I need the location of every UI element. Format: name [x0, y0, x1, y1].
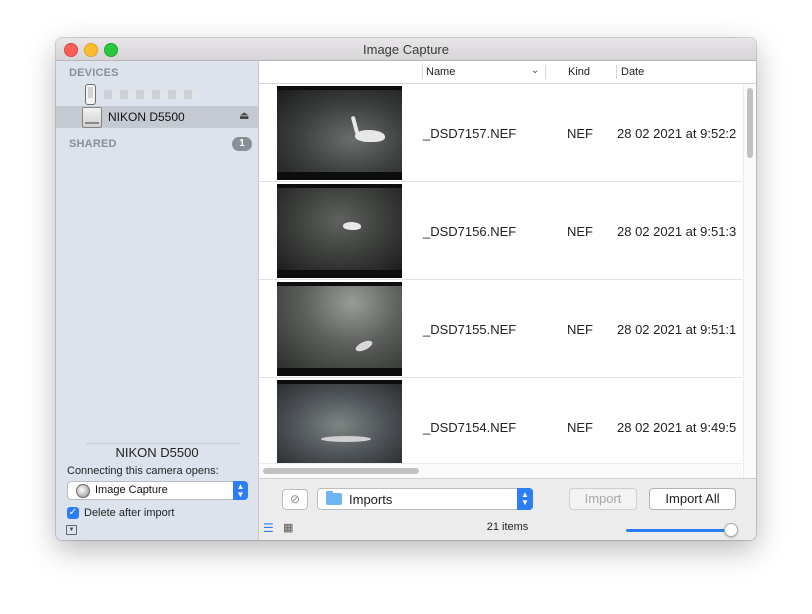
delete-after-import-label: Delete after import	[84, 507, 175, 519]
table-row[interactable]: _DSD7154.NEF NEF 28 02 2021 at 9:49:5	[259, 378, 742, 476]
file-date: 28 02 2021 at 9:51:3	[617, 224, 737, 239]
window-title: Image Capture	[363, 42, 449, 57]
sidebar: DEVICES NIKON D5500 ⏏ SHARED 1 NIKON D55…	[56, 61, 259, 540]
column-kind[interactable]: Kind	[568, 66, 590, 78]
file-kind: NEF	[567, 322, 593, 337]
file-date: 28 02 2021 at 9:52:2	[617, 126, 737, 141]
iphone-icon	[85, 84, 96, 105]
bottom-bar: ⊘ Imports ▲ ▼ Import Import All ☰ ▦ 21 it…	[259, 478, 756, 540]
opens-app-value: Image Capture	[95, 484, 168, 496]
file-date: 28 02 2021 at 9:51:1	[617, 322, 737, 337]
main-content: Name ⌄ Kind Date _DSD7157.NEF NEF 28 02 …	[259, 61, 756, 540]
file-kind: NEF	[567, 224, 593, 239]
file-name: _DSD7155.NEF	[423, 322, 517, 337]
devices-header: DEVICES	[69, 67, 119, 79]
import-button[interactable]: Import	[569, 488, 637, 510]
sidebar-item-iphone[interactable]	[56, 83, 258, 105]
thumbnail-size-slider[interactable]	[626, 529, 732, 532]
title-bar: Image Capture	[56, 38, 756, 61]
sidebar-options-icon[interactable]: ▼	[66, 525, 77, 535]
thumbnail	[277, 282, 402, 376]
chevron-down-icon[interactable]: ⌄	[531, 65, 539, 76]
image-capture-window: Image Capture DEVICES NIKON D5500 ⏏ SHAR…	[56, 38, 756, 540]
chevron-updown-icon: ▲ ▼	[517, 488, 533, 510]
eject-icon[interactable]: ⏏	[239, 109, 249, 122]
column-separator	[616, 65, 617, 79]
file-kind: NEF	[567, 126, 593, 141]
vertical-scrollbar[interactable]	[743, 84, 756, 501]
image-capture-app-icon	[76, 484, 90, 498]
shared-header: SHARED	[69, 138, 117, 150]
chevron-updown-icon: ▲ ▼	[233, 481, 248, 500]
destination-value: Imports	[349, 492, 393, 507]
photo-ducks	[277, 384, 402, 466]
camera-drive-icon	[82, 107, 102, 128]
delete-after-import-checkbox[interactable]: ✓	[67, 507, 79, 519]
sidebar-item-label: NIKON D5500	[108, 110, 185, 124]
file-kind: NEF	[567, 420, 593, 435]
device-name: NIKON D5500	[115, 445, 199, 460]
opens-label: Connecting this camera opens:	[67, 465, 219, 477]
opens-app-popup[interactable]: Image Capture ▲ ▼	[67, 481, 248, 500]
thumbnail	[277, 380, 402, 474]
thumbnail	[277, 184, 402, 278]
column-header: Name ⌄ Kind Date	[259, 61, 756, 84]
prohibited-button[interactable]: ⊘	[282, 489, 308, 510]
photo-bird-flight	[277, 286, 402, 368]
file-date: 28 02 2021 at 9:49:5	[617, 420, 737, 435]
slider-knob[interactable]	[724, 523, 738, 537]
file-name: _DSD7157.NEF	[423, 126, 517, 141]
import-all-button[interactable]: Import All	[649, 488, 736, 510]
photo-swan	[277, 90, 402, 172]
file-name: _DSD7154.NEF	[423, 420, 517, 435]
scroll-thumb[interactable]	[747, 88, 753, 158]
column-separator	[545, 65, 546, 79]
photo-lake	[277, 188, 402, 270]
import-destination-popup[interactable]: Imports ▲ ▼	[317, 488, 533, 510]
table-row[interactable]: _DSD7157.NEF NEF 28 02 2021 at 9:52:2	[259, 84, 742, 182]
table-row[interactable]: _DSD7156.NEF NEF 28 02 2021 at 9:51:3	[259, 182, 742, 280]
file-name: _DSD7156.NEF	[423, 224, 517, 239]
sidebar-item-camera[interactable]: NIKON D5500 ⏏	[56, 106, 258, 128]
shared-count-badge: 1	[232, 137, 252, 151]
scroll-thumb[interactable]	[263, 468, 419, 474]
column-name[interactable]: Name	[426, 66, 455, 78]
column-separator	[422, 65, 423, 79]
sidebar-divider	[86, 443, 240, 444]
column-date[interactable]: Date	[621, 66, 644, 78]
thumbnail	[277, 86, 402, 180]
table-row[interactable]: _DSD7155.NEF NEF 28 02 2021 at 9:51:1	[259, 280, 742, 378]
horizontal-scrollbar[interactable]	[259, 463, 742, 478]
folder-icon	[326, 491, 342, 505]
redacted-device-name	[104, 90, 200, 99]
file-list: _DSD7157.NEF NEF 28 02 2021 at 9:52:2 _D…	[259, 84, 742, 501]
